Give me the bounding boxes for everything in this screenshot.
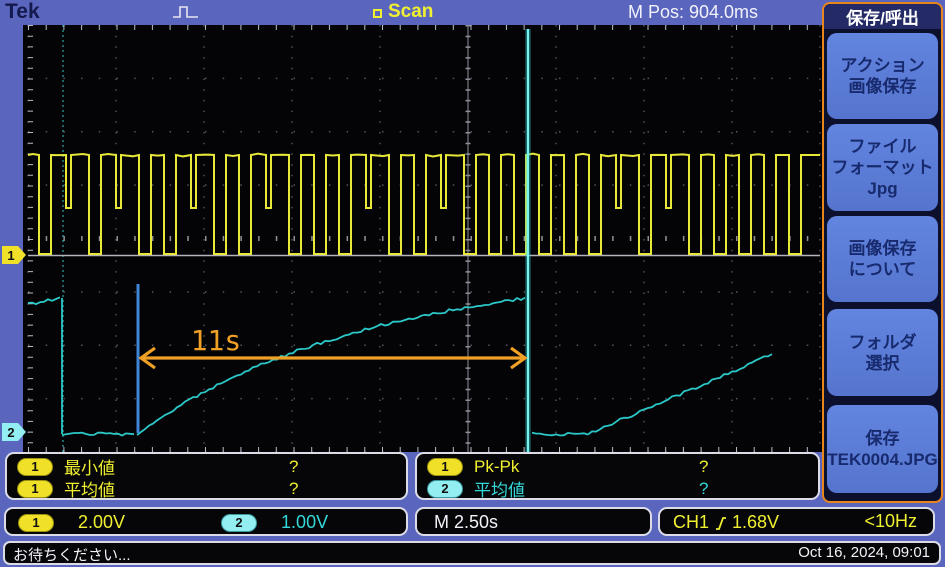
measurement-value: ? — [699, 456, 709, 476]
measurement-row: 2 平均値 ? — [427, 478, 708, 500]
measurement-row: 1 平均値 ? — [17, 478, 298, 500]
status-bar: お待ちください... Oct 16, 2024, 09:01 — [3, 541, 941, 565]
acquisition-mode-indicator: Scan — [373, 1, 433, 23]
status-message: お待ちください... — [13, 547, 131, 564]
rising-edge-icon — [716, 517, 727, 530]
top-status-bar: Tek Scan M Pos: 904.0ms — [0, 0, 945, 25]
menu-button-line: フォルダ — [848, 332, 917, 352]
menu-button-action-save-image[interactable]: アクション 画像保存 — [827, 33, 938, 119]
waveform-display-area: 11s 1 2 — [0, 24, 822, 453]
save-recall-menu: 保存/呼出 アクション 画像保存 ファイル フォーマット Jpg 画像保存 につ… — [822, 2, 943, 503]
channel-scale-box: 1 2.00V 2 1.00V — [4, 507, 408, 536]
interval-label: 11s — [191, 324, 242, 357]
ch2-volts-per-div: 1.00V — [281, 512, 329, 532]
menu-button-line: TEK0004.JPG — [827, 450, 938, 469]
tek-logo: Tek — [5, 0, 40, 23]
menu-button-line: について — [848, 260, 917, 279]
horizontal-position-readout: M Pos: 904.0ms — [628, 2, 759, 22]
svg-text:2: 2 — [7, 425, 14, 440]
oscilloscope-screen: Tek Scan M Pos: 904.0ms 11s 1 2 保存/呼出 アクショ… — [0, 0, 945, 567]
waveform-display: 11s 1 2 — [0, 24, 821, 453]
trigger-info-box: CH1 1.68V <10Hz — [658, 507, 935, 536]
measurement-row: 1 Pk-Pk ? — [427, 456, 708, 477]
measurement-box-right: 1 Pk-Pk ? 2 平均値 ? — [415, 452, 820, 500]
scan-square-icon — [373, 8, 382, 18]
channel-2-badge: 2 — [221, 513, 258, 532]
menu-button-line: 画像保存 — [848, 77, 917, 96]
channel-1-badge: 1 — [17, 479, 53, 498]
menu-button-about-image-save[interactable]: 画像保存 について — [827, 216, 938, 302]
measurement-value: ? — [289, 478, 299, 498]
trigger-frequency: <10Hz — [864, 511, 917, 531]
measurement-label: 平均値 — [64, 481, 115, 500]
measurement-value: ? — [699, 478, 709, 498]
menu-button-select-folder[interactable]: フォルダ 選択 — [827, 309, 938, 396]
measurement-value: ? — [289, 456, 299, 476]
measurement-label: Pk-Pk — [474, 456, 520, 476]
ch2-trace — [27, 296, 773, 437]
menu-button-line: フォーマット — [831, 158, 934, 177]
measurement-row: 1 最小値 ? — [17, 456, 298, 478]
channel-1-badge: 1 — [18, 513, 54, 532]
timebase-readout: M 2.50s — [434, 512, 499, 532]
menu-button-line: アクション — [840, 56, 925, 75]
trigger-mode-pulse-icon — [173, 6, 198, 18]
svg-text:1: 1 — [7, 248, 14, 263]
channel-1-badge: 1 — [427, 457, 463, 476]
menu-button-line: 画像保存 — [848, 239, 917, 258]
channel-1-badge: 1 — [17, 457, 53, 476]
channel-2-badge: 2 — [427, 479, 463, 498]
acquisition-mode-label: Scan — [388, 1, 434, 22]
timebase-box: M 2.50s — [415, 507, 652, 536]
measurement-box-left: 1 最小値 ? 1 平均値 ? — [5, 452, 408, 500]
menu-button-file-format[interactable]: ファイル フォーマット Jpg — [827, 124, 938, 211]
menu-button-line: ファイル — [848, 137, 917, 156]
ch1-volts-per-div: 2.00V — [78, 512, 126, 532]
trigger-source: CH1 — [673, 512, 710, 532]
measurement-label: 平均値 — [474, 481, 525, 500]
menu-button-save-file[interactable]: 保存 TEK0004.JPG — [827, 405, 938, 493]
menu-button-line: 保存 — [865, 429, 900, 448]
ch1-trace — [27, 152, 820, 255]
menu-button-line: 選択 — [865, 353, 900, 373]
menu-title: 保存/呼出 — [824, 4, 941, 29]
date-time: Oct 16, 2024, 09:01 — [798, 544, 930, 561]
menu-button-line: Jpg — [867, 179, 898, 198]
trigger-level: 1.68V — [732, 512, 780, 532]
